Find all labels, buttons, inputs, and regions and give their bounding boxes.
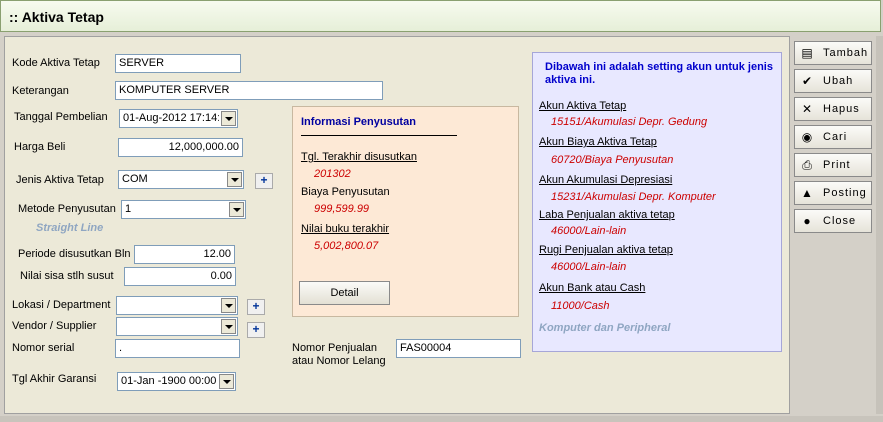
nilai-sisa-label: Nilai sisa stlh susut (20, 270, 114, 282)
nilai-buku-label: Nilai buku terakhir (301, 223, 390, 235)
setting-header: Dibawah ini adalah setting akun untuk je… (545, 61, 773, 86)
setting-akun-panel: Dibawah ini adalah setting akun untuk je… (532, 52, 782, 352)
add-vendor-button[interactable]: + (247, 322, 265, 338)
jenis-value: COM (122, 173, 148, 185)
printer-icon: ⎙ (802, 158, 812, 172)
lokasi-label: Lokasi / Department (12, 299, 111, 311)
rugi-penjualan-label: Rugi Penjualan aktiva tetap (539, 244, 673, 256)
posting-icon: ▲ (801, 186, 813, 200)
jenis-select[interactable]: COM (118, 170, 244, 189)
print-label: Print (823, 159, 851, 171)
metode-label: Metode Penyusutan (18, 203, 116, 215)
serial-label: Nomor serial (12, 342, 75, 354)
chevron-down-icon[interactable] (221, 298, 236, 313)
tgl-disusutkan-label: Tgl. Terakhir disusutkan (301, 151, 417, 163)
edit-icon: ✔ (801, 74, 813, 88)
hapus-button[interactable]: ✕ Hapus (794, 97, 872, 121)
lokasi-select[interactable] (116, 296, 238, 315)
delete-icon: ✕ (801, 102, 813, 116)
traffic-light-icon: ● (803, 214, 811, 228)
garansi-label: Tgl Akhir Garansi (12, 373, 97, 385)
jenis-aktiva-name: Komputer dan Peripheral (539, 322, 671, 334)
biaya-penyusutan-value: 999,599.99 (314, 203, 370, 215)
posting-label: Posting (823, 187, 867, 199)
serial-input[interactable]: . (115, 339, 240, 358)
chevron-down-icon[interactable] (229, 202, 244, 217)
laba-penjualan-value: 46000/Lain-lain (551, 225, 627, 237)
ubah-label: Ubah (823, 75, 854, 87)
tgl-disusutkan-value: 201302 (314, 168, 351, 180)
window-titlebar: :: Aktiva Tetap (0, 0, 881, 32)
jenis-label: Jenis Aktiva Tetap (16, 174, 104, 186)
vendor-label: Vendor / Supplier (12, 320, 97, 332)
tanggal-picker[interactable]: 01-Aug-2012 17:14: (119, 109, 238, 128)
hapus-label: Hapus (823, 103, 860, 115)
divider (301, 135, 457, 136)
periode-input[interactable]: 12.00 (134, 245, 235, 264)
rugi-penjualan-value: 46000/Lain-lain (551, 261, 627, 273)
informasi-title: Informasi Penyusutan (301, 116, 416, 128)
tambah-label: Tambah (823, 47, 869, 59)
metode-value: 1 (125, 203, 132, 215)
chevron-down-icon[interactable] (221, 111, 236, 126)
tanggal-label: Tanggal Pembelian (14, 111, 108, 123)
detail-button[interactable]: Detail (299, 281, 390, 305)
akun-akumulasi-value: 15231/Akumulasi Depr. Komputer (551, 191, 716, 203)
harga-input[interactable]: 12,000,000.00 (118, 138, 243, 157)
garansi-value: 01-Jan -1900 00:00: (121, 375, 217, 387)
biaya-penyusutan-label: Biaya Penyusutan (301, 186, 390, 198)
periode-label: Periode disusutkan Bln (18, 248, 131, 260)
posting-button[interactable]: ▲ Posting (794, 181, 872, 205)
keterangan-label: Keterangan (12, 85, 69, 97)
close-label: Close (823, 215, 857, 227)
tambah-button[interactable]: ▤ Tambah (794, 41, 872, 65)
keterangan-input[interactable]: KOMPUTER SERVER (115, 81, 383, 100)
action-toolbar: ▤ Tambah ✔ Ubah ✕ Hapus ◉ Cari ⎙ Print ▲… (791, 36, 875, 236)
garansi-picker[interactable]: 01-Jan -1900 00:00: (117, 372, 236, 391)
binoculars-icon: ◉ (801, 130, 813, 144)
akun-aktiva-label: Akun Aktiva Tetap (539, 100, 627, 112)
metode-select[interactable]: 1 (121, 200, 246, 219)
tanggal-value: 01-Aug-2012 17:14: (123, 112, 219, 124)
bottom-edge (0, 416, 883, 422)
penjualan-label-line2: atau Nomor Lelang (292, 355, 386, 367)
harga-label: Harga Beli (14, 141, 66, 153)
scroll-edge (876, 36, 883, 414)
nilai-sisa-input[interactable]: 0.00 (124, 267, 236, 286)
metode-note: Straight Line (36, 222, 104, 234)
kode-input[interactable]: SERVER (115, 54, 241, 73)
penjualan-input[interactable]: FAS00004 (396, 339, 521, 358)
window-title: :: Aktiva Tetap (9, 9, 104, 25)
akun-biaya-value: 60720/Biaya Penyusutan (551, 154, 674, 166)
akun-biaya-label: Akun Biaya Aktiva Tetap (539, 136, 657, 148)
close-button[interactable]: ● Close (794, 209, 872, 233)
add-lokasi-button[interactable]: + (247, 299, 265, 315)
nilai-buku-value: 5,002,800.07 (314, 240, 379, 252)
akun-akumulasi-label: Akun Akumulasi Depresiasi (539, 174, 673, 186)
print-button[interactable]: ⎙ Print (794, 153, 872, 177)
laba-penjualan-label: Laba Penjualan aktiva tetap (539, 209, 675, 221)
add-jenis-button[interactable]: + (255, 173, 273, 189)
akun-aktiva-value: 15151/Akumulasi Depr. Gedung (551, 116, 708, 128)
ubah-button[interactable]: ✔ Ubah (794, 69, 872, 93)
penjualan-label-line1: Nomor Penjualan (292, 342, 377, 354)
chevron-down-icon[interactable] (221, 319, 236, 334)
add-icon: ▤ (801, 46, 813, 60)
akun-bank-label: Akun Bank atau Cash (539, 282, 646, 294)
cari-button[interactable]: ◉ Cari (794, 125, 872, 149)
akun-bank-value: 11000/Cash (551, 300, 610, 312)
vendor-select[interactable] (116, 317, 238, 336)
chevron-down-icon[interactable] (219, 374, 234, 389)
cari-label: Cari (823, 131, 848, 143)
chevron-down-icon[interactable] (227, 172, 242, 187)
kode-label: Kode Aktiva Tetap (12, 57, 100, 69)
